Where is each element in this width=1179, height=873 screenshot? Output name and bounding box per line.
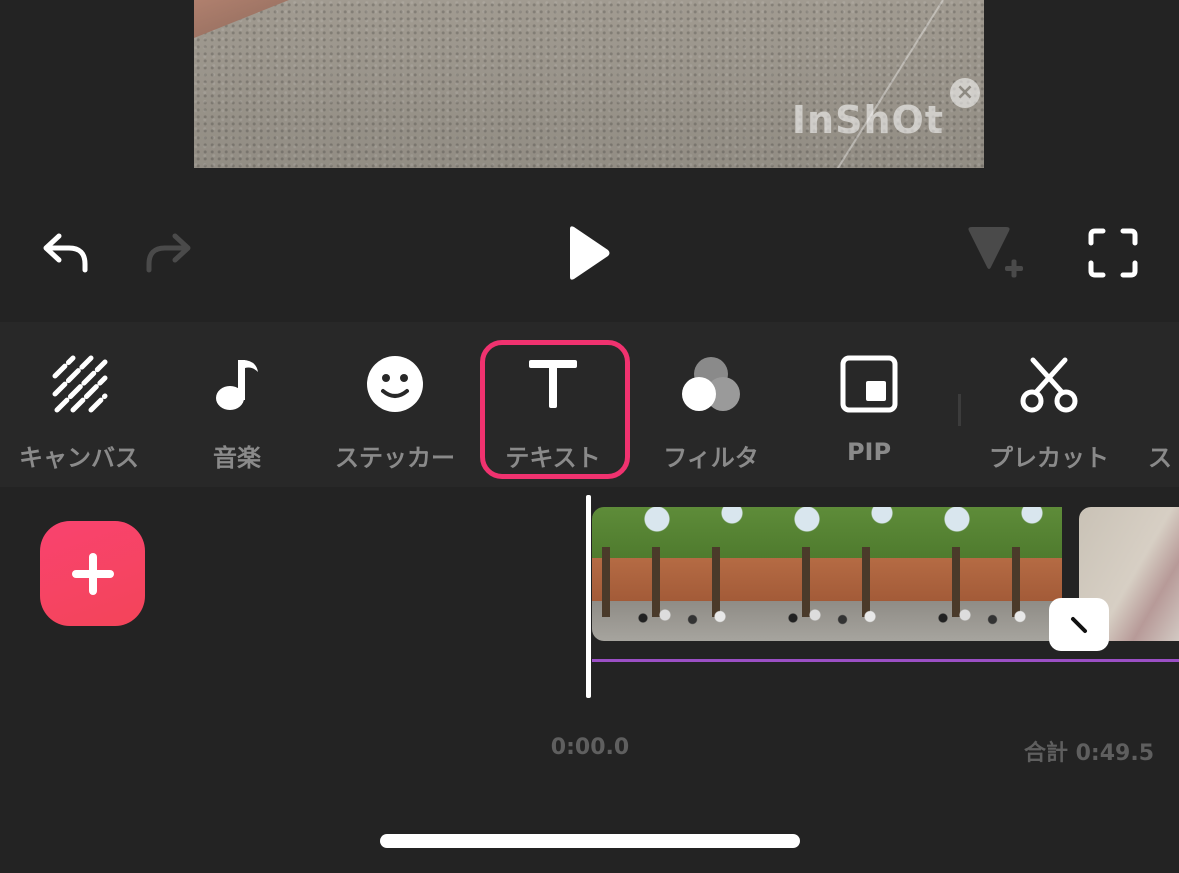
transition-slash-icon xyxy=(1071,616,1087,633)
clip-thumbnail xyxy=(762,507,912,641)
filter-circles-icon xyxy=(679,352,743,416)
tool-sticker[interactable]: ステッカー xyxy=(316,322,474,487)
video-preview[interactable]: InShOt × xyxy=(194,0,984,168)
tool-music[interactable]: 音楽 xyxy=(158,322,316,487)
tool-music-label: 音楽 xyxy=(213,444,261,472)
add-clip-button[interactable] xyxy=(40,521,145,626)
tool-precut-label: プレカット xyxy=(989,444,1109,472)
tool-pip[interactable]: PIP xyxy=(790,322,948,487)
total-duration: 合計 0:49.5 xyxy=(1023,741,1154,766)
tool-canvas-label: キャンバス xyxy=(19,444,139,472)
audio-track-line xyxy=(592,659,1179,662)
current-time: 0:00.0 xyxy=(550,735,630,760)
canvas-stripes-icon xyxy=(47,352,111,416)
selected-tool-highlight xyxy=(480,340,630,479)
watermark-close-button[interactable]: × xyxy=(950,78,980,108)
undo-arrow-icon xyxy=(43,233,88,273)
tool-canvas[interactable]: キャンバス xyxy=(0,322,158,487)
tool-pip-label: PIP xyxy=(846,438,892,466)
keyframe-add-icon xyxy=(968,227,1023,278)
tool-sticker-label: ステッカー xyxy=(335,444,455,472)
redo-button[interactable] xyxy=(138,224,198,280)
pip-icon xyxy=(837,352,901,416)
home-indicator[interactable] xyxy=(380,834,800,848)
smiley-icon xyxy=(363,352,427,416)
undo-button[interactable] xyxy=(36,224,96,280)
tool-precut[interactable]: プレカット xyxy=(970,322,1128,487)
clip-thumbnail xyxy=(612,507,762,641)
preview-pavement-line xyxy=(836,0,944,168)
scissors-icon xyxy=(1017,352,1081,416)
tool-next-partial[interactable]: ス xyxy=(1128,322,1179,487)
watermark-text: InShOt xyxy=(791,98,944,142)
transition-button[interactable] xyxy=(1049,598,1109,651)
fullscreen-icon xyxy=(1088,228,1138,278)
play-icon xyxy=(570,226,610,280)
tool-filter-label: フィルタ xyxy=(663,444,759,472)
redo-arrow-icon xyxy=(146,233,191,273)
playhead[interactable] xyxy=(586,495,591,698)
clip-thumbnail xyxy=(592,507,612,641)
play-button[interactable] xyxy=(555,222,619,284)
preview-brick-corner xyxy=(194,0,289,38)
fullscreen-button[interactable] xyxy=(1084,224,1142,282)
tool-filter[interactable]: フィルタ xyxy=(632,322,790,487)
plus-icon xyxy=(71,552,114,595)
music-note-icon xyxy=(205,352,269,416)
tool-next-partial-label: ス xyxy=(1148,444,1172,472)
clip-thumbnail xyxy=(912,507,1062,641)
toolbar-divider xyxy=(958,394,961,426)
app-root: InShOt × キャンバス 音楽 ステッカー テキスト フィルタ PIP プレ… xyxy=(0,0,1179,873)
add-keyframe-button[interactable] xyxy=(960,222,1026,288)
